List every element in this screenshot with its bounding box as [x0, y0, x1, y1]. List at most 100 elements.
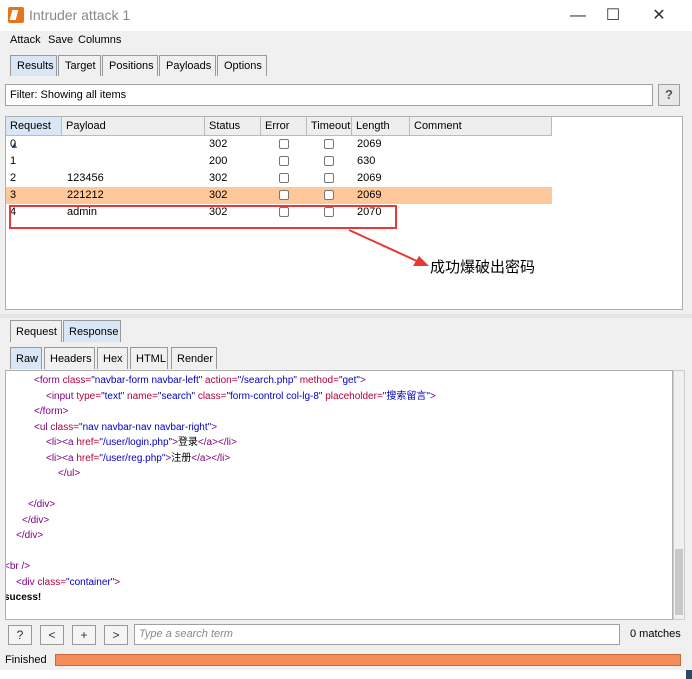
filter-help-button[interactable]: ?	[658, 84, 680, 106]
code-token: "navbar-form navbar-left"	[91, 375, 203, 386]
cell-length: 2069	[357, 189, 382, 201]
code-line: </div>	[28, 497, 55, 512]
code-line: <form class="navbar-form navbar-left" ac…	[34, 373, 366, 388]
code-token: >	[211, 421, 218, 433]
column-header-status[interactable]: Status	[205, 117, 261, 136]
checkbox-timeout	[324, 190, 334, 200]
code-line: </div>	[22, 513, 49, 528]
code-line: <input type="text" name="search" class="…	[46, 389, 436, 404]
checkbox-timeout	[324, 139, 334, 149]
cell-payload: 221212	[67, 189, 104, 201]
menu-save[interactable]: Save	[48, 34, 73, 46]
search-next-button[interactable]: >	[104, 625, 128, 645]
tab-headers[interactable]: Headers	[44, 347, 95, 369]
code-token: </a></li>	[197, 437, 237, 448]
checkbox-error	[279, 156, 289, 166]
code-token: "search"	[157, 390, 196, 402]
checkbox-error	[279, 190, 289, 200]
table-row[interactable]: 3 221212 302 2069	[6, 187, 552, 204]
tab-html[interactable]: HTML	[130, 347, 168, 369]
code-line: <li><a href="/user/login.php">登录</a></li…	[46, 435, 237, 450]
search-input[interactable]: Type a search term	[134, 624, 620, 645]
table-row[interactable]: 0 302 2069	[6, 136, 552, 153]
code-token: <br />	[5, 561, 31, 572]
cell-length: 2069	[357, 138, 382, 150]
code-token: "text"	[101, 390, 125, 402]
annotation-text: 成功爆破出密码	[430, 258, 536, 276]
code-token: </a></li>	[191, 452, 231, 464]
status-text: Finished	[5, 654, 47, 666]
vertical-scrollbar[interactable]	[673, 370, 685, 620]
code-line: <ul class="nav navbar-nav navbar-right">	[34, 420, 217, 435]
code-token: <div	[16, 576, 38, 588]
tab-target[interactable]: Target	[58, 55, 101, 76]
tab-render[interactable]: Render	[171, 347, 217, 369]
maximize-button[interactable]: ☐	[590, 4, 636, 28]
filter-bar[interactable]: Filter: Showing all items	[5, 84, 653, 106]
code-token: "form-control col-lg-8"	[226, 390, 323, 402]
table-row[interactable]: 2 123456 302 2069	[6, 170, 552, 187]
code-token: placeholder=	[322, 390, 383, 402]
tab-options[interactable]: Options	[217, 55, 267, 76]
code-token: </form>	[34, 406, 69, 417]
code-token: >	[429, 390, 436, 402]
code-token: </ul>	[58, 468, 81, 479]
code-line: <br />	[5, 559, 31, 574]
column-header-request[interactable]: Request ▲	[6, 117, 62, 150]
code-token: "/user/login.php"	[99, 437, 173, 448]
code-token: "get"	[338, 375, 360, 386]
code-token: href=	[76, 452, 100, 464]
code-token: <li><a	[46, 452, 77, 464]
search-match-count: 0 matches	[630, 628, 681, 640]
code-token: <input	[46, 390, 77, 402]
code-token: "nav navbar-nav navbar-right"	[79, 421, 212, 433]
code-token: </div>	[28, 499, 56, 510]
code-token: sucess!	[5, 592, 42, 603]
tab-payloads[interactable]: Payloads	[159, 55, 216, 76]
cell-request: 3	[10, 189, 17, 201]
tab-results[interactable]: Results	[10, 55, 57, 76]
tab-positions[interactable]: Positions	[102, 55, 158, 76]
tab-response[interactable]: Response	[63, 320, 121, 342]
tab-raw[interactable]: Raw	[10, 347, 42, 369]
code-token: </div>	[16, 530, 44, 541]
code-line: <li><a href="/user/reg.php">注册</a></li>	[46, 451, 230, 466]
menu-bar: Attack Save Columns	[0, 31, 692, 51]
code-token: <form	[34, 375, 63, 386]
cell-status: 302	[209, 172, 228, 184]
column-header-comment[interactable]: Comment	[410, 117, 552, 136]
tab-hex[interactable]: Hex	[97, 347, 128, 369]
search-prev-button[interactable]: <	[40, 625, 64, 645]
code-token: "/user/reg.php"	[99, 452, 166, 464]
cell-status: 302	[209, 189, 228, 201]
menu-columns[interactable]: Columns	[78, 34, 121, 46]
table-row[interactable]: 1 200 630	[6, 153, 552, 170]
main-tabs: Results Target Positions Payloads Option…	[0, 51, 692, 78]
code-token: "/search.php"	[237, 375, 297, 386]
search-help-button[interactable]: ?	[8, 625, 32, 645]
code-token: class=	[195, 390, 227, 402]
close-button[interactable]: ✕	[636, 4, 682, 28]
cell-length: 2069	[357, 172, 382, 184]
code-token: "container"	[66, 576, 115, 588]
search-add-button[interactable]: +	[72, 625, 96, 645]
menu-attack[interactable]: Attack	[10, 34, 41, 46]
code-token: "搜索留言"	[382, 390, 430, 402]
column-header-payload[interactable]: Payload	[62, 117, 205, 136]
title-bar: Intruder attack 1 — ☐ ✕	[0, 0, 692, 31]
code-token: type=	[76, 390, 102, 402]
window-title: Intruder attack 1	[29, 7, 131, 23]
annotation-arrow	[348, 229, 429, 266]
column-header-length[interactable]: Length	[352, 117, 410, 136]
checkbox-error	[279, 139, 289, 149]
code-token: 登录	[177, 437, 198, 448]
tab-request[interactable]: Request	[10, 320, 62, 342]
code-token: <ul	[34, 421, 51, 433]
checkbox-timeout	[324, 156, 334, 166]
column-header-error[interactable]: Error	[261, 117, 307, 136]
code-token: <li><a	[46, 437, 77, 448]
column-header-timeout[interactable]: Timeout	[307, 117, 352, 136]
response-raw-view[interactable]: <form class="navbar-form navbar-left" ac…	[5, 370, 673, 620]
scrollbar-thumb[interactable]	[675, 549, 683, 615]
cell-status: 302	[209, 138, 228, 150]
